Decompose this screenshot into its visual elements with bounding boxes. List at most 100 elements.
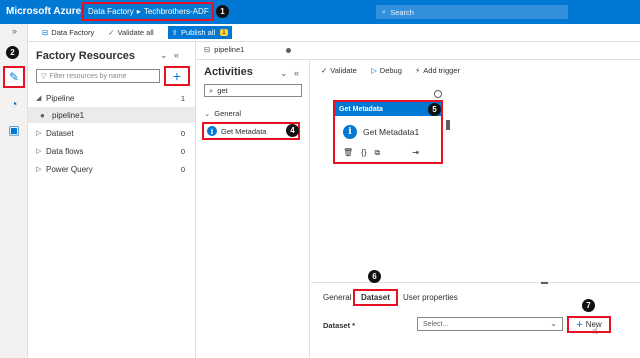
global-search-input[interactable]: ⌕ Search [376,5,568,19]
activity-search-input[interactable]: ⌕ get [204,84,302,97]
manage-toolbox-icon[interactable]: ▣ [6,122,22,138]
tree-item-power-query[interactable]: ▷ Power Query 0 [28,161,195,177]
editor-tab-bar: ⊟ pipeline1 [196,42,640,60]
check-icon: ✓ [321,66,328,75]
node-header: Get Metadata [335,102,441,116]
debug-button[interactable]: ▷ Debug [371,66,402,75]
search-placeholder: Search [390,7,414,17]
publish-count-badge: 1 [220,29,228,36]
data-factory-label: Data Factory [51,28,95,37]
collapse-all-icon[interactable]: ⌄ [160,50,168,61]
node-name: Get Metadata1 [363,127,420,137]
activity-search-value: get [217,86,228,95]
publish-all-label: Publish all [180,28,216,37]
caret-down-icon: ◢ [36,95,42,102]
activity-group-general[interactable]: ⌄ General [204,109,241,118]
factory-resources-title: Factory Resources [36,50,136,62]
collapse-all-icon[interactable]: ⌄ [280,68,288,79]
activities-panel: Activities ⌄ « ⌕ get ⌄ General i Get Met… [196,60,310,358]
tree-item-pipeline[interactable]: ◢ Pipeline 1 [28,90,195,106]
play-icon: ▷ [371,66,377,75]
validate-label: Validate [330,66,357,75]
group-label: General [214,109,241,118]
breadcrumb: Data Factory ▸ Techbrothers-ADF [82,2,214,21]
node-output-handle[interactable] [434,90,442,98]
check-icon: ✓ [108,28,115,37]
cursor-hand-icon: ☝ [592,326,599,337]
collapse-panel-icon[interactable]: « [174,50,179,60]
caret-right-icon: ▷ [36,166,42,173]
tree-item-label: Data flows [46,146,84,156]
pipeline-icon: ● [40,110,45,120]
caret-down-icon: ⌄ [204,109,211,118]
activity-label: Get Metadata [221,126,267,136]
tree-item-pipeline1[interactable]: ● pipeline1 [28,107,195,123]
top-bar: Microsoft Azure Data Factory ▸ Techbroth… [0,0,640,24]
monitor-icon[interactable]: ◔ [6,96,22,112]
code-icon[interactable]: {} [361,148,366,158]
breadcrumb-separator-icon: ▸ [136,7,141,16]
info-icon: i [343,125,357,139]
tree-item-count: 1 [180,93,185,103]
dataset-select[interactable]: Select... ⌄ [417,317,563,331]
arrow-icon[interactable]: ⇥ [412,148,419,158]
activities-title: Activities [204,66,253,78]
copy-icon[interactable]: ⧉ [375,148,381,158]
tree-item-data-flows[interactable]: ▷ Data flows 0 [28,143,195,159]
data-factory-icon: ⊟ [42,28,49,37]
unsaved-dot-icon [286,48,291,53]
trigger-icon: ⚡ [415,66,421,75]
brand-title[interactable]: Microsoft Azure [6,6,81,17]
search-icon: ⌕ [209,85,214,95]
data-factory-button[interactable]: ⊟ Data Factory [42,28,94,37]
trash-icon[interactable]: 🗑 [343,148,353,158]
add-trigger-button[interactable]: ⚡ Add trigger [415,66,460,75]
resize-handle[interactable]: ▬ [541,279,548,286]
step-badge-7: 7 [582,299,595,312]
dataset-select-value: Select... [423,320,449,328]
tree-item-label: Power Query [46,164,93,174]
step-badge-1: 1 [216,5,229,18]
resource-filter-input[interactable]: ▽ Filter resources by name [36,69,160,83]
properties-panel: ▬ General Dataset User properties Datase… [311,279,640,358]
info-icon: i [207,126,217,136]
expand-rail-icon[interactable]: » [12,26,17,36]
pipeline-canvas[interactable]: ✓ Validate ▷ Debug ⚡ Add trigger [311,60,640,282]
new-dataset-button[interactable]: + New [567,316,611,333]
tab-pipeline1[interactable]: ⊟ pipeline1 [204,45,244,54]
validate-button[interactable]: ✓ Validate [321,66,357,75]
author-pencil-icon[interactable]: ✎ [3,66,25,88]
tree-item-count: 0 [180,164,185,174]
tree-item-count: 0 [180,146,185,156]
tree-item-dataset[interactable]: ▷ Dataset 0 [28,125,195,141]
tree-item-label: Dataset [46,128,74,138]
tab-dataset[interactable]: Dataset [353,289,398,306]
publish-icon: ⇪ [171,28,178,37]
get-metadata-activity-node[interactable]: Get Metadata i Get Metadata1 🗑 {} ⧉ ⇥ [333,100,443,164]
caret-right-icon: ▷ [36,130,42,137]
filter-placeholder: Filter resources by name [49,72,127,80]
plus-icon: + [576,318,583,331]
step-badge-5: 5 [428,103,441,116]
tab-label: pipeline1 [214,45,245,54]
debug-label: Debug [379,66,402,75]
filter-icon: ▽ [41,73,47,80]
pipeline-icon: ⊟ [204,45,211,54]
caret-right-icon: ▷ [36,148,42,155]
validate-all-label: Validate all [117,28,154,37]
tab-user-properties[interactable]: User properties [403,293,458,302]
breadcrumb-service[interactable]: Data Factory [88,7,134,16]
chevron-down-icon: ⌄ [550,319,557,328]
tree-item-label: pipeline1 [52,110,85,120]
validate-all-button[interactable]: ✓ Validate all [108,28,153,37]
dataset-field-label: Dataset * [323,321,356,330]
collapse-panel-icon[interactable]: « [294,68,299,78]
publish-all-button[interactable]: ⇪ Publish all 1 [167,26,232,39]
search-icon: ⌕ [382,7,387,16]
breadcrumb-factory[interactable]: Techbrothers-ADF [144,7,209,16]
node-side-handle[interactable] [446,120,450,130]
step-badge-6: 6 [368,270,381,283]
tab-general[interactable]: General [323,293,351,302]
step-badge-2: 2 [6,46,19,59]
add-resource-button[interactable]: + [164,66,190,86]
